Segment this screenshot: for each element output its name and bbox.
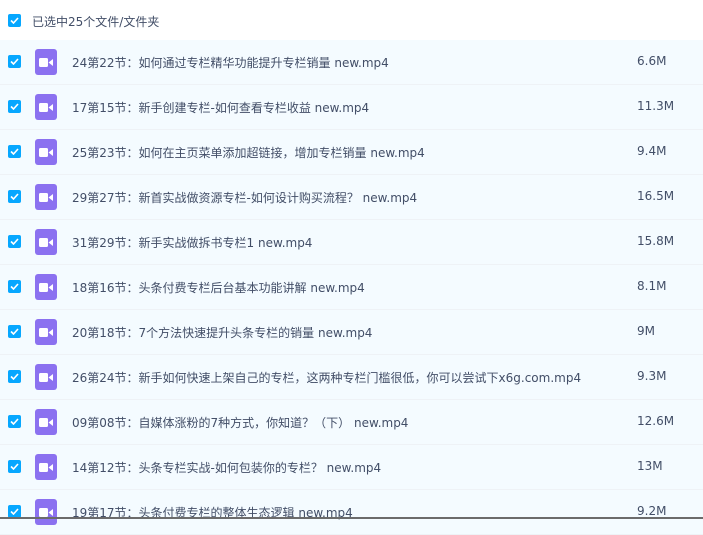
file-row[interactable]: 31第29节：新手实战做拆书专栏1 new.mp4 15.8M bbox=[0, 220, 703, 265]
file-name[interactable]: 29第27节：新首实战做资源专栏-如何设计购买流程？ new.mp4 bbox=[72, 189, 417, 206]
check-icon bbox=[10, 103, 19, 110]
video-file-icon bbox=[35, 364, 57, 390]
file-size: 12.6M bbox=[637, 414, 675, 428]
file-name[interactable]: 09第08节：自媒体涨粉的7种方式，你知道？（下） new.mp4 bbox=[72, 414, 408, 431]
file-row[interactable]: 20第18节：7个方法快速提升头条专栏的销量 new.mp4 9M bbox=[0, 310, 703, 355]
row-checkbox[interactable] bbox=[8, 145, 21, 158]
check-icon bbox=[10, 238, 19, 245]
file-row[interactable]: 19第17节：头条付费专栏的整体生态逻辑 new.mp4 9.2M bbox=[0, 490, 703, 535]
row-checkbox[interactable] bbox=[8, 280, 21, 293]
select-all-checkbox[interactable] bbox=[8, 14, 21, 27]
file-row[interactable]: 29第27节：新首实战做资源专栏-如何设计购买流程？ new.mp4 16.5M bbox=[0, 175, 703, 220]
file-size: 8.1M bbox=[637, 279, 667, 293]
file-name[interactable]: 14第12节：头条专栏实战-如何包装你的专栏？ new.mp4 bbox=[72, 459, 381, 476]
check-icon bbox=[10, 283, 19, 290]
video-file-icon bbox=[35, 94, 57, 120]
file-size: 9M bbox=[637, 324, 655, 338]
row-checkbox[interactable] bbox=[8, 370, 21, 383]
row-checkbox[interactable] bbox=[8, 460, 21, 473]
video-file-icon bbox=[35, 229, 57, 255]
file-size: 13M bbox=[637, 459, 663, 473]
video-file-icon bbox=[35, 409, 57, 435]
row-checkbox[interactable] bbox=[8, 55, 21, 68]
file-size: 6.6M bbox=[637, 54, 667, 68]
file-size: 9.4M bbox=[637, 144, 667, 158]
check-icon bbox=[10, 418, 19, 425]
check-icon bbox=[10, 17, 19, 24]
file-row[interactable]: 26第24节：新手如何快速上架自己的专栏，这两种专栏门槛很低，你可以尝试下x6g… bbox=[0, 355, 703, 400]
check-icon bbox=[10, 193, 19, 200]
video-file-icon bbox=[35, 139, 57, 165]
file-name[interactable]: 25第23节：如何在主页菜单添加超链接，增加专栏销量 new.mp4 bbox=[72, 144, 425, 161]
check-icon bbox=[10, 508, 19, 515]
check-icon bbox=[10, 463, 19, 470]
file-size: 9.2M bbox=[637, 504, 667, 518]
file-row[interactable]: 24第22节：如何通过专栏精华功能提升专栏销量 new.mp4 6.6M bbox=[0, 40, 703, 85]
file-size: 16.5M bbox=[637, 189, 675, 203]
file-row[interactable]: 09第08节：自媒体涨粉的7种方式，你知道？（下） new.mp4 12.6M bbox=[0, 400, 703, 445]
selection-header: 已选中25个文件/文件夹 bbox=[0, 0, 703, 40]
video-file-icon bbox=[35, 184, 57, 210]
file-row[interactable]: 18第16节：头条付费专栏后台基本功能讲解 new.mp4 8.1M bbox=[0, 265, 703, 310]
selection-count-label: 已选中25个文件/文件夹 bbox=[32, 15, 160, 29]
file-name[interactable]: 31第29节：新手实战做拆书专栏1 new.mp4 bbox=[72, 234, 312, 251]
video-file-icon bbox=[35, 49, 57, 75]
file-size: 15.8M bbox=[637, 234, 675, 248]
video-file-icon bbox=[35, 274, 57, 300]
video-file-icon bbox=[35, 499, 57, 525]
file-size: 11.3M bbox=[637, 99, 675, 113]
check-icon bbox=[10, 58, 19, 65]
file-row[interactable]: 17第15节：新手创建专栏-如何查看专栏收益 new.mp4 11.3M bbox=[0, 85, 703, 130]
file-name[interactable]: 20第18节：7个方法快速提升头条专栏的销量 new.mp4 bbox=[72, 324, 372, 341]
row-checkbox[interactable] bbox=[8, 190, 21, 203]
check-icon bbox=[10, 148, 19, 155]
check-icon bbox=[10, 373, 19, 380]
row-checkbox[interactable] bbox=[8, 100, 21, 113]
row-checkbox[interactable] bbox=[8, 415, 21, 428]
file-row[interactable]: 25第23节：如何在主页菜单添加超链接，增加专栏销量 new.mp4 9.4M bbox=[0, 130, 703, 175]
row-checkbox[interactable] bbox=[8, 325, 21, 338]
video-file-icon bbox=[35, 319, 57, 345]
check-icon bbox=[10, 328, 19, 335]
file-size: 9.3M bbox=[637, 369, 667, 383]
file-name[interactable]: 17第15节：新手创建专栏-如何查看专栏收益 new.mp4 bbox=[72, 99, 369, 116]
video-file-icon bbox=[35, 454, 57, 480]
row-checkbox[interactable] bbox=[8, 235, 21, 248]
file-row[interactable]: 14第12节：头条专栏实战-如何包装你的专栏？ new.mp4 13M bbox=[0, 445, 703, 490]
file-name[interactable]: 24第22节：如何通过专栏精华功能提升专栏销量 new.mp4 bbox=[72, 54, 389, 71]
file-name[interactable]: 18第16节：头条付费专栏后台基本功能讲解 new.mp4 bbox=[72, 279, 365, 296]
file-name[interactable]: 26第24节：新手如何快速上架自己的专栏，这两种专栏门槛很低，你可以尝试下x6g… bbox=[72, 369, 581, 386]
